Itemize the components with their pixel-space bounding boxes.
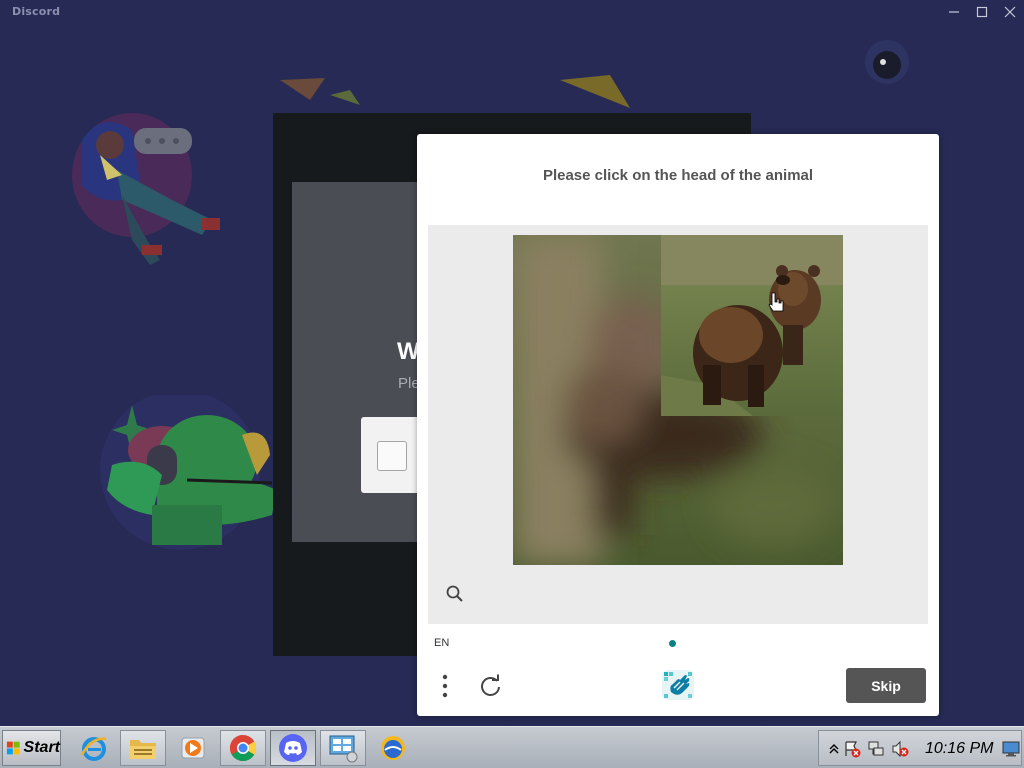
refresh-icon (481, 674, 500, 696)
windows-logo-icon (6, 741, 20, 755)
media-player-icon (181, 737, 205, 759)
maximize-button[interactable] (972, 3, 992, 21)
taskbar-media-player[interactable] (170, 730, 216, 766)
chevron-up-icon (829, 744, 839, 754)
show-hidden-icons-button[interactable] (825, 740, 843, 758)
start-button[interactable]: Start (2, 730, 61, 766)
captcha-challenge: Please click on the head of the animal E… (417, 134, 939, 716)
discord-icon (279, 734, 307, 762)
internet-explorer-icon (80, 737, 107, 761)
illustration-green-character (100, 395, 277, 550)
flag-warning-icon (845, 741, 861, 758)
volume-muted-icon (892, 740, 909, 758)
taskbar-chrome[interactable] (220, 730, 266, 766)
illustration-deco-left (280, 78, 360, 105)
maximize-icon (976, 6, 988, 18)
taskbar-internet-explorer[interactable] (71, 730, 117, 766)
start-label: Start (23, 739, 60, 756)
close-icon (1004, 6, 1016, 18)
challenge-progress-dot (669, 640, 676, 647)
bear-inset (661, 235, 843, 416)
taskbar-weather[interactable] (370, 730, 416, 766)
challenge-image[interactable] (513, 235, 843, 565)
taskbar-discord[interactable] (270, 730, 316, 766)
skip-button[interactable]: Skip (846, 668, 926, 703)
system-tray: 10:16 PM (818, 730, 1022, 766)
challenge-prompt: Please click on the head of the animal (542, 167, 814, 184)
zoom-icon (446, 585, 463, 602)
background-link (303, 568, 423, 584)
illustration-deco-right (560, 75, 630, 108)
illustration-person-with-chat (72, 113, 220, 265)
language-selector[interactable]: EN (434, 637, 449, 649)
title-bar: Discord (0, 0, 1024, 24)
bear-image (513, 235, 843, 565)
chrome-icon (229, 734, 257, 762)
captcha-checkbox[interactable] (377, 441, 407, 471)
hcaptcha-logo[interactable] (660, 668, 696, 702)
show-desktop-button[interactable] (1002, 740, 1020, 758)
folder-icon (130, 740, 156, 759)
more-options-button[interactable] (434, 672, 456, 700)
illustration-avatar-corner (865, 40, 909, 84)
refresh-button[interactable] (476, 672, 504, 700)
sun-globe-icon (381, 736, 405, 760)
close-button[interactable] (1000, 3, 1020, 21)
system-clock[interactable]: 10:16 PM (925, 740, 993, 758)
taskbar-file-explorer[interactable] (120, 730, 166, 766)
background-link (303, 607, 423, 623)
taskbar-control-panel[interactable] (320, 730, 366, 766)
challenge-task-area (428, 225, 928, 624)
more-options-icon (442, 674, 448, 698)
network-tray[interactable] (867, 740, 885, 758)
volume-tray[interactable] (891, 740, 909, 758)
monitor-icon (1002, 741, 1020, 757)
hcaptcha-hand-icon (662, 670, 694, 700)
network-icon (868, 741, 884, 756)
zoom-button[interactable] (442, 581, 468, 607)
taskbar: Start 10:16 PM (0, 726, 1024, 768)
app-title: Discord (12, 5, 61, 18)
action-center-tray[interactable] (843, 740, 861, 758)
minimize-button[interactable] (944, 3, 964, 21)
control-panel-icon (329, 735, 358, 763)
minimize-icon (949, 11, 959, 13)
